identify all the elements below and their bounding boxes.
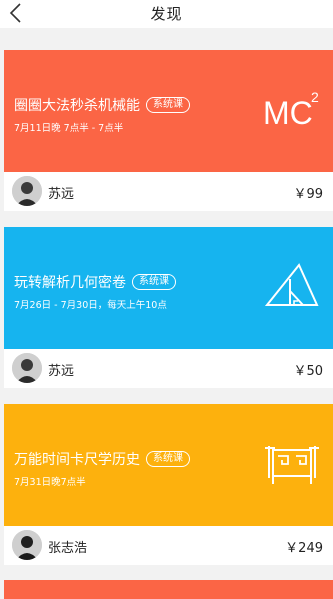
course-footer: 张志浩 ￥249 xyxy=(4,526,333,565)
course-footer: 苏远 ￥99 xyxy=(4,172,333,211)
avatar xyxy=(12,176,42,206)
avatar xyxy=(12,353,42,383)
teacher-name: 苏远 xyxy=(48,187,75,202)
page-title: 发现 xyxy=(150,5,183,23)
course-tag: 系统课 xyxy=(146,451,190,467)
course-title: 万能时间卡尺学历史 xyxy=(14,452,140,468)
course-card[interactable]: 万能时间卡尺学历史 系统课 7月31日晚7点半 张志浩 ￥249 xyxy=(4,404,333,565)
triangle-icon xyxy=(264,263,319,306)
course-card[interactable]: 玩转解析几何密卷 系统课 7月26日 - 7月30日，每天上午10点 苏远 ￥5… xyxy=(4,227,333,388)
teacher-name: 苏远 xyxy=(48,364,75,379)
next-course-card-peek[interactable] xyxy=(4,580,333,599)
course-title-row: 万能时间卡尺学历史 系统课 xyxy=(14,449,190,469)
ancient-vessel-icon xyxy=(265,446,319,484)
course-time: 7月26日 - 7月30日，每天上午10点 xyxy=(14,300,167,311)
top-nav-bar: 发现 xyxy=(0,0,333,28)
course-price: ￥50 xyxy=(293,364,323,379)
avatar xyxy=(12,530,42,560)
course-footer: 苏远 ￥50 xyxy=(4,349,333,388)
course-banner[interactable]: 万能时间卡尺学历史 系统课 7月31日晚7点半 xyxy=(4,404,333,526)
course-title: 玩转解析几何密卷 xyxy=(14,275,126,291)
course-card[interactable]: 圈圈大法秒杀机械能 系统课 7月11日晚 7点半 - 7点半 MC 2 苏远 ￥… xyxy=(4,50,333,211)
course-price: ￥249 xyxy=(285,541,323,556)
course-banner[interactable]: 玩转解析几何密卷 系统课 7月26日 - 7月30日，每天上午10点 xyxy=(4,227,333,349)
mc-icon-sup: 2 xyxy=(311,89,319,105)
course-title-row: 玩转解析几何密卷 系统课 xyxy=(14,272,176,292)
course-title: 圈圈大法秒杀机械能 xyxy=(14,98,140,114)
course-time: 7月11日晚 7点半 - 7点半 xyxy=(14,123,124,134)
course-tag: 系统课 xyxy=(146,97,190,113)
teacher-name: 张志浩 xyxy=(48,541,88,556)
course-price: ￥99 xyxy=(293,187,323,202)
course-banner[interactable]: 圈圈大法秒杀机械能 系统课 7月11日晚 7点半 - 7点半 MC 2 xyxy=(4,50,333,172)
mc-icon-text: MC xyxy=(263,95,313,131)
course-title-row: 圈圈大法秒杀机械能 系统课 xyxy=(14,95,190,115)
course-time: 7月31日晚7点半 xyxy=(14,477,86,488)
course-tag: 系统课 xyxy=(132,274,176,290)
mc2-icon: MC 2 xyxy=(263,89,319,131)
